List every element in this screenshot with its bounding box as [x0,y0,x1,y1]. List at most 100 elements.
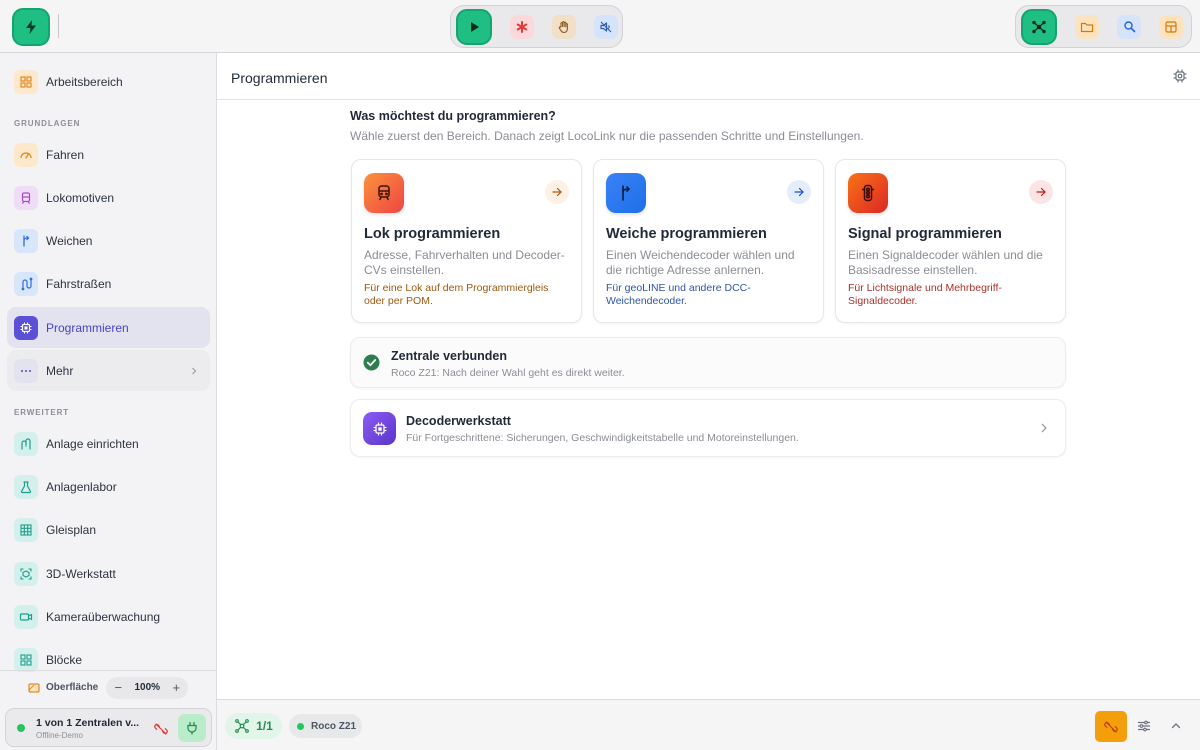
sidebar-item-lokomotiven[interactable]: Lokomotiven [7,177,210,218]
chevron-up-icon[interactable] [1170,720,1182,732]
page-title: Programmieren [231,70,328,86]
sidebar-item-anlage-einrichten[interactable]: Anlage einrichten [7,423,210,464]
mute-button[interactable] [594,14,618,39]
flask-icon [14,474,38,499]
settings-button[interactable] [1171,67,1189,85]
layout-button[interactable] [1159,14,1183,39]
sidebar-item-gleisplan[interactable]: Gleisplan [7,509,210,550]
search-button[interactable] [1117,14,1141,39]
decoder-workshop-card[interactable]: Decoderwerkstatt Für Fortgeschrittene: S… [350,399,1066,457]
unlink-icon[interactable] [154,722,168,736]
plug-button[interactable] [178,714,206,742]
sidebar-item-fahren[interactable]: Fahren [7,134,210,175]
status-subtitle: Roco Z21: Nach deiner Wahl geht es direk… [391,367,625,379]
zoom-in-button[interactable]: + [169,680,183,695]
arrow-right-icon [545,180,569,204]
central-subtitle: Offline-Demo [36,731,83,740]
sidebar: Arbeitsbereich GRUNDLAGEN Fahren Lokomot… [0,53,217,750]
gear-icon [1171,67,1189,85]
card-note: Für geoLINE und andere DCC-Weichendecode… [606,282,751,307]
play-button[interactable] [456,8,492,45]
sliders-icon[interactable] [1137,719,1151,733]
sidebar-item-label: Anlagenlabor [46,479,117,494]
central-name: Roco Z21 [311,720,357,732]
section-label-basics: GRUNDLAGEN [14,119,81,128]
traffic-light-icon [848,173,888,213]
layout-setup-icon [14,431,38,456]
network-icon [234,718,250,734]
zoom-bar: Oberfläche − 100% + [0,670,217,704]
card-signal-programmieren[interactable]: Signal programmieren Einen Signaldecoder… [835,159,1066,323]
blocks-icon [14,647,38,672]
chip-icon [363,412,396,445]
sidebar-item-fahrstrassen[interactable]: Fahrstraßen [7,263,210,304]
unlink-icon [1104,720,1118,734]
online-status-dot [297,722,304,730]
main-header: Programmieren [217,53,1200,100]
bottom-bar: 1/1 Roco Z21 [217,699,1200,750]
plug-icon [185,721,199,735]
sidebar-item-arbeitsbereich[interactable]: Arbeitsbereich [7,61,210,102]
card-title: Signal programmieren [848,226,1002,242]
chip-icon [14,315,38,340]
sidebar-item-label: Anlage einrichten [46,436,139,451]
sidebar-item-kameraueberwachung[interactable]: Kameraüberwachung [7,596,210,637]
central-name-pill[interactable]: Roco Z21 [289,714,362,738]
sidebar-item-weichen[interactable]: Weichen [7,220,210,261]
search-icon [1123,20,1136,33]
folder-icon [1080,20,1094,34]
sidebar-item-label: Programmieren [46,320,129,335]
zoom-value: 100% [134,682,161,693]
zoom-label: Oberfläche [46,682,99,693]
sidebar-item-label: Fahrstraßen [46,276,112,291]
sidebar-item-3d-werkstatt[interactable]: 3D-Werkstatt [7,553,210,594]
cube-scan-icon [14,561,38,586]
gauge-icon [14,142,38,167]
sidebar-item-mehr[interactable]: Mehr [7,350,210,391]
sidebar-item-label: Gleisplan [46,522,97,537]
card-note: Für Lichtsignale und Mehrbegriff-Signald… [848,282,1002,307]
zoom-out-button[interactable]: − [111,680,125,695]
card-description: Adresse, Fahrverhalten und Decoder-CVs e… [364,248,565,277]
question-subtitle: Wähle zuerst den Bereich. Danach zeigt L… [350,129,864,143]
switch-icon [14,228,38,253]
sidebar-item-label: Weichen [46,233,93,248]
central-status-card[interactable]: 1 von 1 Zentralen v... Offline-Demo [5,708,212,747]
network-hub-icon [1031,19,1047,35]
card-lok-programmieren[interactable]: Lok programmieren Adresse, Fahrverhalten… [351,159,582,323]
card-description: Einen Weichendecoder wählen und die rich… [606,248,795,277]
sidebar-item-label: 3D-Werkstatt [46,566,116,581]
workshop-title: Decoderwerkstatt [406,414,511,428]
emergency-stop-button[interactable] [510,14,534,39]
tools-group [1015,5,1192,48]
connection-status-card: Zentrale verbunden Roco Z21: Nach deiner… [350,337,1066,388]
sidebar-item-label: Kameraüberwachung [46,609,161,624]
hand-stop-icon [557,20,571,34]
asterisk-icon [516,20,528,33]
folder-button[interactable] [1075,14,1099,39]
network-status-pill[interactable]: 1/1 [225,713,282,739]
app-logo-button[interactable] [12,8,50,46]
sidebar-item-programmieren[interactable]: Programmieren [7,307,210,348]
workshop-subtitle: Für Fortgeschrittene: Sicherungen, Gesch… [406,432,799,444]
grid-plan-icon [14,517,38,542]
sidebar-item-anlagenlabor[interactable]: Anlagenlabor [7,466,210,507]
status-title: Zentrale verbunden [391,349,507,363]
disconnect-button[interactable] [1095,711,1127,742]
card-title: Weiche programmieren [606,226,767,242]
chevron-right-icon [1039,422,1049,434]
layout-icon [1164,20,1178,34]
play-icon [467,20,481,34]
halt-button[interactable] [552,14,576,39]
route-icon [14,271,38,296]
train-icon [364,173,404,213]
grid-icon [14,69,38,94]
top-divider [58,14,59,38]
network-count: 1/1 [256,719,273,733]
online-status-dot [17,724,25,732]
card-weiche-programmieren[interactable]: Weiche programmieren Einen Weichendecode… [593,159,824,323]
sidebar-item-label: Blöcke [46,652,83,667]
interface-icon [28,682,40,694]
control-group [450,5,623,48]
network-hub-button[interactable] [1021,8,1057,45]
